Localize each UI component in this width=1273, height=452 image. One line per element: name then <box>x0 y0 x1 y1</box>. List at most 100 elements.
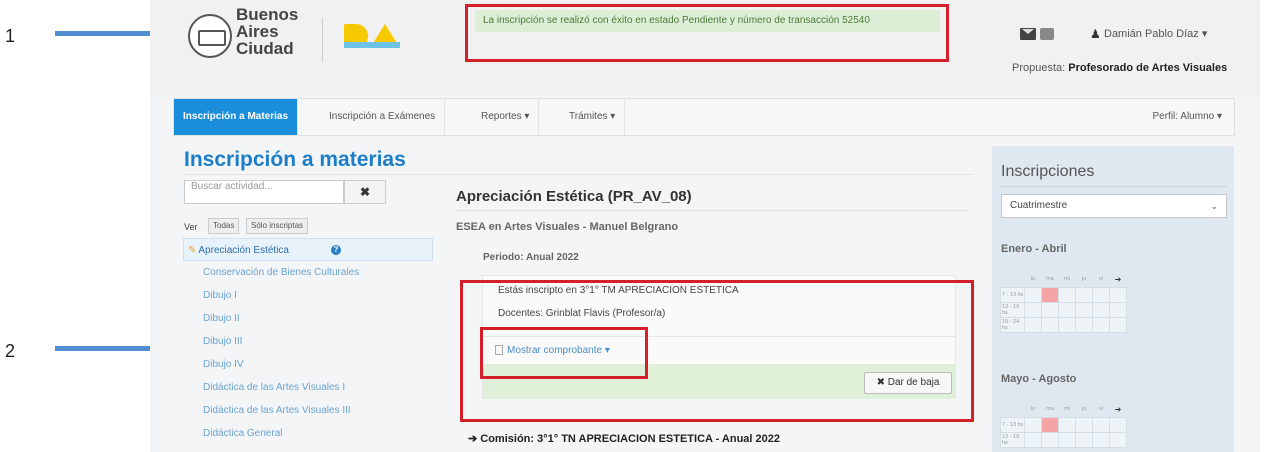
slot-cell <box>1075 431 1093 448</box>
slot-cell <box>1058 301 1076 318</box>
activity-item-selected[interactable]: ✎ Apreciación Estética? <box>183 238 433 261</box>
slot-cell <box>1109 286 1127 303</box>
day-label: lu <box>1030 276 1036 283</box>
slot-cell <box>1041 316 1059 333</box>
propuesta-label: Propuesta: <box>1012 62 1066 74</box>
slot-cell-occupied <box>1041 416 1059 433</box>
semester-title-2: Mayo - Agosto <box>1001 373 1077 385</box>
ba-logo-icon <box>344 20 400 50</box>
activity-item[interactable]: Dibujo III <box>183 330 433 353</box>
page-title: Inscripción a materias <box>184 148 406 171</box>
schedule-grid-1: lu ma mi ju vi ➔ 7 - 13 hs 13 - 19 hs 19… <box>1000 272 1127 333</box>
slot-cell <box>1075 316 1093 333</box>
period-select[interactable]: Cuatrimestre ⌄ <box>1001 194 1227 218</box>
slot-cell <box>1092 316 1110 333</box>
nav-inscripcion-materias[interactable]: Inscripción a Materias <box>174 99 299 135</box>
slot-cell <box>1041 431 1059 448</box>
slot-cell <box>1109 416 1127 433</box>
activity-label: Apreciación Estética <box>198 245 289 256</box>
slot-cell <box>1092 431 1110 448</box>
slot-cell <box>1024 416 1042 433</box>
logo-separator <box>322 18 323 62</box>
screenshot-stage: 1 2 Buenos Aires Ciudad La inscripción s… <box>0 0 1273 452</box>
slot-label: 19 - 24 hs <box>1000 316 1025 333</box>
day-label: ju <box>1081 406 1087 413</box>
slot-cell <box>1092 301 1110 318</box>
chevron-down-icon: ⌄ <box>1210 201 1218 211</box>
slot-cell <box>1092 286 1110 303</box>
user-icon: ♟ <box>1090 27 1101 41</box>
annotation-number-1: 1 <box>5 26 16 46</box>
slot-cell <box>1024 286 1042 303</box>
title-divider <box>184 174 974 175</box>
slot-cell-occupied <box>1041 286 1059 303</box>
activity-item[interactable]: Dibujo IV <box>183 353 433 376</box>
annotation-number-2: 2 <box>5 341 16 361</box>
next-arrow-icon[interactable]: ➔ <box>1110 402 1127 417</box>
slot-label: 7 - 13 hs <box>1000 286 1025 303</box>
user-menu[interactable]: Damián Pablo Díaz ▾ <box>1104 27 1207 40</box>
activity-item[interactable]: Dibujo II <box>183 307 433 330</box>
perfil-menu[interactable]: Perfil: Alumno ▾ <box>1153 99 1223 135</box>
ver-label: Ver <box>184 222 198 232</box>
activity-item[interactable]: Didáctica de las Artes Visuales III <box>183 399 433 422</box>
slot-cell <box>1109 316 1127 333</box>
slot-cell <box>1075 286 1093 303</box>
day-label: vi <box>1099 406 1103 413</box>
logo-line-3: Ciudad <box>236 39 294 58</box>
activity-item[interactable]: Conservación de Bienes Culturales <box>183 261 433 284</box>
filter-todas-button[interactable]: Todas <box>208 218 240 234</box>
logo-line-1: Buenos <box>236 5 299 24</box>
city-logo-text[interactable]: Buenos Aires Ciudad <box>236 6 298 57</box>
slot-label: 13 - 19 hs <box>1000 301 1025 318</box>
nav-tramites[interactable]: Trámites ▾ <box>560 99 626 135</box>
message-count-badge[interactable] <box>1040 28 1054 40</box>
day-label: mi <box>1064 276 1070 283</box>
course-divider <box>456 210 970 211</box>
day-label: ma <box>1046 276 1054 283</box>
help-icon[interactable]: ? <box>331 245 341 256</box>
nav-reportes[interactable]: Reportes ▾ <box>472 99 540 135</box>
annotation-box-success <box>465 4 949 62</box>
slot-cell <box>1024 316 1042 333</box>
day-label: ju <box>1081 276 1087 283</box>
slot-label: 7 - 13 hs <box>1000 416 1025 433</box>
slot-label: 13 - 19 hs <box>1000 431 1025 448</box>
day-label: mi <box>1064 406 1070 413</box>
day-label: lu <box>1030 406 1036 413</box>
slot-cell <box>1075 416 1093 433</box>
period-select-value: Cuatrimestre <box>1010 200 1068 211</box>
slot-cell <box>1024 301 1042 318</box>
search-input[interactable]: Buscar actividad... <box>184 180 344 204</box>
inscriptions-title: Inscripciones <box>1001 163 1095 180</box>
activity-item[interactable]: Dibujo I <box>183 284 433 307</box>
day-label: vi <box>1099 276 1103 283</box>
slot-cell <box>1092 416 1110 433</box>
propuesta-value: Profesorado de Artes Visuales <box>1068 62 1228 74</box>
activity-item[interactable]: Didáctica General <box>183 422 433 445</box>
filter-solo-inscriptas-button[interactable]: Sólo inscriptas <box>246 218 309 234</box>
slot-cell <box>1058 316 1076 333</box>
course-period: Periodo: Anual 2022 <box>483 252 579 263</box>
day-label: ma <box>1046 406 1054 413</box>
propuesta-info: Propuesta: Profesorado de Artes Visuales <box>1012 62 1227 74</box>
inscriptions-divider <box>1001 186 1227 187</box>
mail-icon[interactable] <box>1020 28 1036 40</box>
annotation-box-comprobante <box>480 327 648 379</box>
slot-cell <box>1041 301 1059 318</box>
semester-title-1: Enero - Abril <box>1001 243 1067 255</box>
slot-cell <box>1058 431 1076 448</box>
nav-inscripcion-examenes[interactable]: Inscripción a Exámenes <box>320 99 446 135</box>
commission-header[interactable]: ➔ Comisión: 3°1° TN APRECIACION ESTETICA… <box>468 432 780 445</box>
main-nav: Inscripción a Materias Inscripción a Exá… <box>173 98 1235 136</box>
activity-list: ✎ Apreciación Estética? Conservación de B… <box>183 238 433 445</box>
slot-cell <box>1058 286 1076 303</box>
slot-cell <box>1024 431 1042 448</box>
slot-cell <box>1109 431 1127 448</box>
city-seal-icon <box>188 14 232 58</box>
activity-item[interactable]: Didáctica de las Artes Visuales I <box>183 376 433 399</box>
clear-search-button[interactable]: ✖ <box>344 180 386 204</box>
logo-line-2: Aires <box>236 22 279 41</box>
next-arrow-icon[interactable]: ➔ <box>1110 272 1127 287</box>
course-institution: ESEA en Artes Visuales - Manuel Belgrano <box>456 221 679 233</box>
